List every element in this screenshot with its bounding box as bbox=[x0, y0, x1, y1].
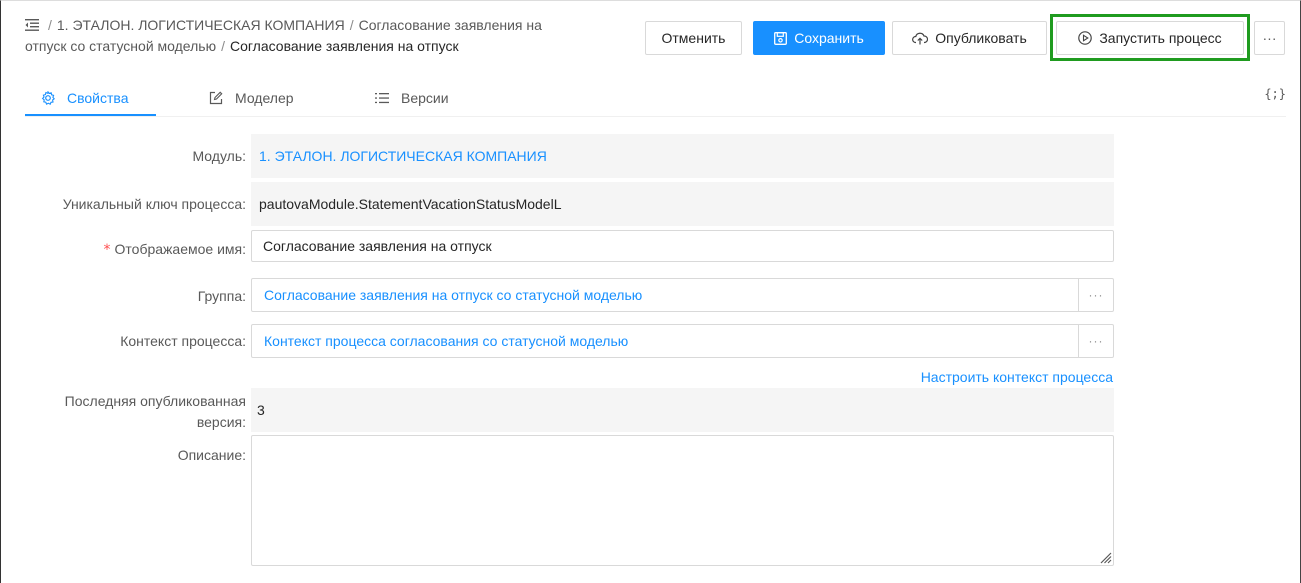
more-button[interactable]: ··· bbox=[1254, 21, 1285, 55]
breadcrumb: /1. ЭТАЛОН. ЛОГИСТИЧЕСКАЯ КОМПАНИЯ / Согла… bbox=[25, 15, 625, 57]
save-button[interactable]: Сохранить bbox=[753, 21, 885, 55]
module-field: 1. ЭТАЛОН. ЛОГИСТИЧЕСКАЯ КОМПАНИЯ bbox=[251, 134, 1114, 178]
active-tab-indicator bbox=[25, 114, 156, 116]
last-version-value: 3 bbox=[257, 402, 265, 418]
configure-context-link[interactable]: Настроить контекст процесса bbox=[921, 369, 1113, 385]
cancel-button-label: Отменить bbox=[661, 30, 726, 46]
display-name-label: * Отображаемое имя: bbox=[104, 241, 246, 258]
description-label: Описание: bbox=[177, 447, 246, 463]
group-label: Группа: bbox=[197, 288, 246, 304]
breadcrumb-group[interactable]: Согласование заявления на bbox=[359, 17, 542, 33]
process-key-label: Уникальный ключ процесса: bbox=[62, 196, 246, 212]
tab-modeler[interactable]: Моделер bbox=[209, 79, 294, 117]
module-label: Модуль: bbox=[192, 148, 246, 164]
display-name-label-text: Отображаемое имя: bbox=[114, 241, 246, 257]
settings-icon bbox=[41, 91, 55, 105]
more-icon: ··· bbox=[1262, 30, 1277, 46]
code-icon[interactable]: {;} bbox=[1264, 87, 1286, 101]
group-link[interactable]: Согласование заявления на отпуск со стат… bbox=[264, 287, 642, 303]
more-icon: ··· bbox=[1088, 288, 1104, 302]
tab-modeler-label: Моделер bbox=[235, 90, 294, 106]
group-more-button[interactable]: ··· bbox=[1078, 279, 1113, 311]
display-name-input[interactable]: Согласование заявления на отпуск bbox=[251, 230, 1114, 262]
context-label: Контекст процесса: bbox=[120, 333, 246, 349]
display-name-value: Согласование заявления на отпуск bbox=[263, 238, 492, 254]
process-key-value: pautovaModule.StatementVacationStatusMod… bbox=[259, 196, 562, 212]
tab-bar: Свойства Моделер Версии {;} bbox=[25, 79, 1286, 117]
breadcrumb-group-cont[interactable]: отпуск со статусной моделью bbox=[25, 38, 216, 54]
breadcrumb-current: Согласование заявления на отпуск bbox=[229, 38, 459, 54]
last-version-field: 3 bbox=[251, 388, 1114, 432]
breadcrumb-module[interactable]: 1. ЭТАЛОН. ЛОГИСТИЧЕСКАЯ КОМПАНИЯ bbox=[57, 17, 345, 33]
tab-versions[interactable]: Версии bbox=[375, 79, 449, 117]
cloud-upload-icon bbox=[912, 32, 929, 44]
resize-handle-icon[interactable] bbox=[1098, 550, 1112, 564]
required-mark: * bbox=[103, 242, 111, 258]
process-key-field: pautovaModule.StatementVacationStatusMod… bbox=[251, 182, 1114, 226]
breadcrumb-separator: / bbox=[48, 17, 52, 33]
group-select[interactable]: Согласование заявления на отпуск со стат… bbox=[251, 278, 1114, 312]
last-version-label-line2: версия: bbox=[196, 414, 246, 430]
publish-button[interactable]: Опубликовать bbox=[892, 21, 1047, 55]
publish-button-label: Опубликовать bbox=[935, 30, 1027, 46]
edit-icon bbox=[209, 91, 223, 105]
cancel-button[interactable]: Отменить bbox=[645, 21, 742, 55]
context-link[interactable]: Контекст процесса согласования со статус… bbox=[264, 333, 628, 349]
breadcrumb-separator: / bbox=[349, 17, 354, 33]
tab-versions-label: Версии bbox=[401, 90, 449, 106]
description-textarea[interactable] bbox=[251, 435, 1114, 566]
menu-fold-icon[interactable] bbox=[25, 19, 39, 31]
tab-properties[interactable]: Свойства bbox=[41, 79, 128, 117]
save-button-label: Сохранить bbox=[794, 30, 864, 46]
app-window: /1. ЭТАЛОН. ЛОГИСТИЧЕСКАЯ КОМПАНИЯ / Согла… bbox=[0, 0, 1301, 583]
last-version-label-line1: Последняя опубликованная bbox=[64, 393, 246, 409]
save-icon bbox=[774, 31, 788, 45]
highlight-box bbox=[1050, 14, 1250, 61]
last-version-label: Последняя опубликованная версия: bbox=[65, 391, 246, 433]
breadcrumb-separator: / bbox=[221, 38, 225, 54]
more-icon: ··· bbox=[1088, 334, 1104, 348]
module-link[interactable]: 1. ЭТАЛОН. ЛОГИСТИЧЕСКАЯ КОМПАНИЯ bbox=[259, 148, 547, 164]
context-select[interactable]: Контекст процесса согласования со статус… bbox=[251, 324, 1114, 358]
context-more-button[interactable]: ··· bbox=[1078, 325, 1113, 357]
tab-properties-label: Свойства bbox=[67, 90, 129, 106]
list-icon bbox=[375, 93, 389, 104]
